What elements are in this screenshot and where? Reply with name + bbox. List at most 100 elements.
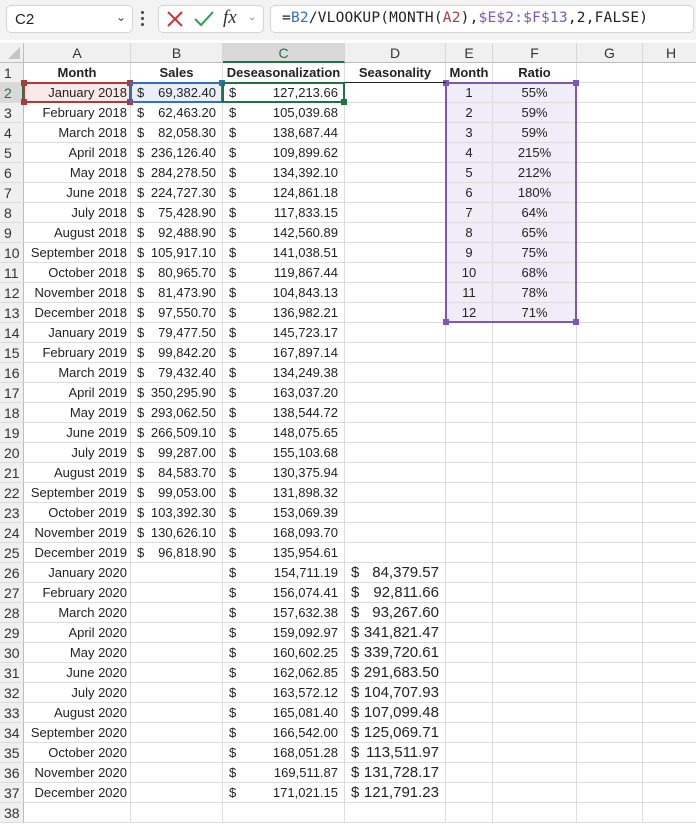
cell-d29[interactable]: $341,821.47 [345,623,446,643]
cell-d1[interactable]: Seasonality [345,63,446,83]
row-header-15[interactable]: 15 [0,343,24,363]
cell-d14[interactable] [345,323,446,343]
cell-f14[interactable] [493,323,577,343]
cell-f22[interactable] [493,483,577,503]
cell-f24[interactable] [493,523,577,543]
cell-c15[interactable]: $167,897.14 [223,343,345,363]
cell-d23[interactable] [345,503,446,523]
cell-b22[interactable]: $99,053.00 [131,483,223,503]
row-header-17[interactable]: 17 [0,383,24,403]
insert-function-icon[interactable]: fx [223,7,237,29]
cell-e31[interactable] [446,663,493,683]
cell-b33[interactable] [131,703,223,723]
row-header-3[interactable]: 3 [0,103,24,123]
row-header-2[interactable]: 2 [0,83,24,103]
cell-g28[interactable] [577,603,643,623]
cell-c37[interactable]: $171,021.15 [223,783,345,803]
cell-g18[interactable] [577,403,643,423]
cell-b30[interactable] [131,643,223,663]
row-header-16[interactable]: 16 [0,363,24,383]
cell-e2[interactable]: 1 [446,83,493,103]
cell-g22[interactable] [577,483,643,503]
cell-a31[interactable]: June 2020 [24,663,131,683]
cell-c24[interactable]: $168,093.70 [223,523,345,543]
cell-d26[interactable]: $84,379.57 [345,563,446,583]
row-header-38[interactable]: 38 [0,803,24,823]
column-header-g[interactable]: G [577,43,643,63]
cell-f37[interactable] [493,783,577,803]
select-all-button[interactable] [0,43,24,63]
cell-c10[interactable]: $141,038.51 [223,243,345,263]
cell-d2[interactable] [345,83,446,103]
cell-a23[interactable]: October 2019 [24,503,131,523]
cell-a34[interactable]: September 2020 [24,723,131,743]
cell-f35[interactable] [493,743,577,763]
cell-f17[interactable] [493,383,577,403]
cell-h29[interactable] [643,623,696,643]
cell-b24[interactable]: $130,626.10 [131,523,223,543]
cell-b36[interactable] [131,763,223,783]
cell-g2[interactable] [577,83,643,103]
cell-b5[interactable]: $236,126.40 [131,143,223,163]
row-header-33[interactable]: 33 [0,703,24,723]
cell-f36[interactable] [493,763,577,783]
cell-h37[interactable] [643,783,696,803]
cell-d31[interactable]: $291,683.50 [345,663,446,683]
cell-a9[interactable]: August 2018 [24,223,131,243]
cell-c12[interactable]: $104,843.13 [223,283,345,303]
cell-e10[interactable]: 9 [446,243,493,263]
cell-d10[interactable] [345,243,446,263]
cell-f15[interactable] [493,343,577,363]
cell-b17[interactable]: $350,295.90 [131,383,223,403]
cell-h13[interactable] [643,303,696,323]
cell-a32[interactable]: July 2020 [24,683,131,703]
cell-b10[interactable]: $105,917.10 [131,243,223,263]
cell-d16[interactable] [345,363,446,383]
cell-f30[interactable] [493,643,577,663]
cell-c30[interactable]: $160,602.25 [223,643,345,663]
cell-a17[interactable]: April 2019 [24,383,131,403]
cell-e16[interactable] [446,363,493,383]
cell-f2[interactable]: 55% [493,83,577,103]
row-header-34[interactable]: 34 [0,723,24,743]
cell-g37[interactable] [577,783,643,803]
cell-f21[interactable] [493,463,577,483]
cell-g14[interactable] [577,323,643,343]
cell-b29[interactable] [131,623,223,643]
cell-b27[interactable] [131,583,223,603]
cell-c31[interactable]: $162,062.85 [223,663,345,683]
row-header-31[interactable]: 31 [0,663,24,683]
cell-c7[interactable]: $124,861.18 [223,183,345,203]
cell-f4[interactable]: 59% [493,123,577,143]
cell-e27[interactable] [446,583,493,603]
cell-d38[interactable] [345,803,446,823]
cell-b1[interactable]: Sales [131,63,223,83]
cell-a16[interactable]: March 2019 [24,363,131,383]
cell-h36[interactable] [643,763,696,783]
cell-e34[interactable] [446,723,493,743]
cell-a29[interactable]: April 2020 [24,623,131,643]
cell-f25[interactable] [493,543,577,563]
row-header-26[interactable]: 26 [0,563,24,583]
cancel-icon[interactable] [165,9,185,32]
cell-h24[interactable] [643,523,696,543]
cell-f6[interactable]: 212% [493,163,577,183]
cell-g19[interactable] [577,423,643,443]
cell-g32[interactable] [577,683,643,703]
cell-a33[interactable]: August 2020 [24,703,131,723]
cell-h11[interactable] [643,263,696,283]
cell-c34[interactable]: $166,542.00 [223,723,345,743]
cell-c13[interactable]: $136,982.21 [223,303,345,323]
row-header-25[interactable]: 25 [0,543,24,563]
cell-e29[interactable] [446,623,493,643]
cell-a25[interactable]: December 2019 [24,543,131,563]
cell-a3[interactable]: February 2018 [24,103,131,123]
name-box[interactable]: C2 ⌄ [6,5,133,33]
cell-d6[interactable] [345,163,446,183]
row-header-32[interactable]: 32 [0,683,24,703]
cell-h20[interactable] [643,443,696,463]
cell-b14[interactable]: $79,477.50 [131,323,223,343]
cell-g17[interactable] [577,383,643,403]
row-header-20[interactable]: 20 [0,443,24,463]
cell-a24[interactable]: November 2019 [24,523,131,543]
